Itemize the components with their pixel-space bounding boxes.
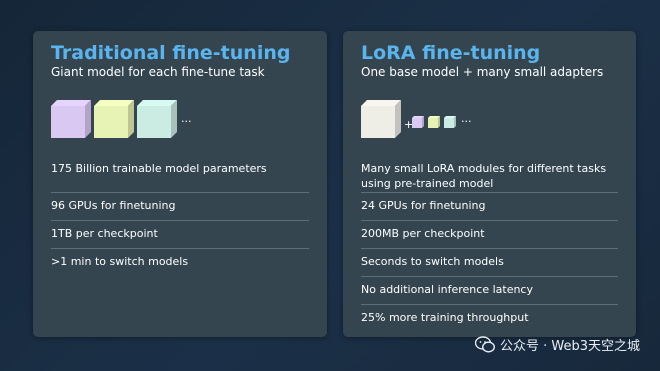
plus-sign: + xyxy=(404,118,413,131)
point-modules: Many small LoRA modules for different ta… xyxy=(361,155,618,193)
ellipsis: ... xyxy=(461,112,472,125)
card-title: Traditional fine-tuning xyxy=(51,42,291,64)
traditional-finetuning-card: Traditional fine-tuning Giant model for … xyxy=(33,31,327,337)
point-throughput: 25% more training throughput xyxy=(361,311,529,324)
adapter-cube-2 xyxy=(428,115,440,128)
point-gpus: 96 GPUs for finetuning xyxy=(51,193,309,221)
point-latency: No additional inference latency xyxy=(361,277,618,305)
point-checkpoint: 1TB per checkpoint xyxy=(51,221,309,249)
adapter-cube-3 xyxy=(444,115,456,128)
point-gpus: 24 GPUs for finetuning xyxy=(361,193,618,221)
base-model-adapters-illustration: + ... xyxy=(361,92,618,147)
model-cubes-illustration: ... xyxy=(51,92,309,147)
lora-finetuning-card: LoRA fine-tuning One base model + many s… xyxy=(343,31,636,337)
comparison-points: 175 Billion trainable model parameters 9… xyxy=(51,155,309,277)
point-parameters: 175 Billion trainable model parameters xyxy=(51,155,309,193)
card-subtitle: One base model + many small adapters xyxy=(361,65,604,79)
point-switch: >1 min to switch models xyxy=(51,255,189,268)
card-subtitle: Giant model for each fine-tune task xyxy=(51,65,265,79)
card-title: LoRA fine-tuning xyxy=(361,42,541,64)
wechat-icon xyxy=(474,336,495,353)
model-cube-1 xyxy=(51,99,91,138)
watermark: 公众号 · Web3天空之城 xyxy=(474,335,640,354)
comparison-points: Many small LoRA modules for different ta… xyxy=(361,155,618,333)
base-model-cube xyxy=(361,99,401,138)
point-switch: Seconds to switch models xyxy=(361,249,618,277)
model-cube-2 xyxy=(94,99,134,138)
ellipsis: ... xyxy=(181,112,192,125)
model-cube-3 xyxy=(137,99,177,138)
point-checkpoint: 200MB per checkpoint xyxy=(361,221,618,249)
watermark-text: 公众号 · Web3天空之城 xyxy=(499,339,640,354)
adapter-cube-1 xyxy=(412,115,424,128)
